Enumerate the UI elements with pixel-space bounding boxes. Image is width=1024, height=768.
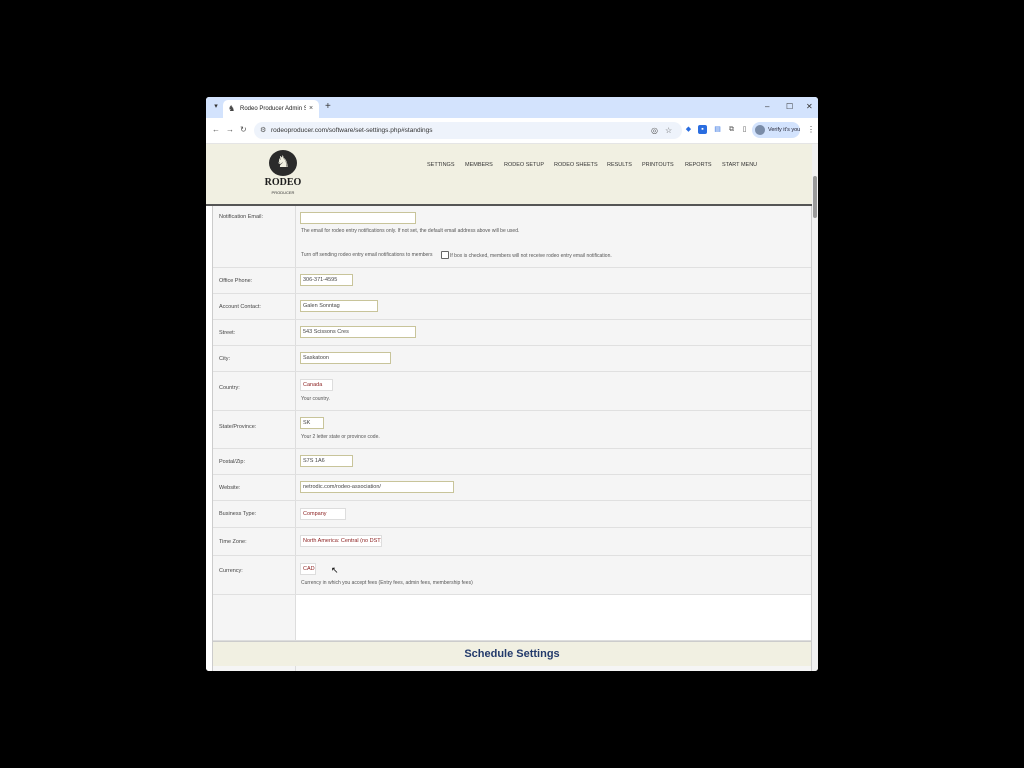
- avatar: [755, 125, 765, 135]
- back-arrow-icon[interactable]: ←: [212, 125, 220, 135]
- favicon-icon: ♞: [228, 104, 236, 113]
- schedule-settings-header: Schedule Settings: [213, 641, 811, 666]
- nav-members[interactable]: MEMBERS: [465, 160, 493, 170]
- website-row: Website: netrodic.com/rodeo-association/: [213, 475, 811, 501]
- extension-chart-icon[interactable]: ▤: [713, 125, 722, 134]
- empty-row: [213, 595, 811, 641]
- state-help: Your 2 letter state or province code.: [301, 434, 380, 440]
- schedule-settings-title: Schedule Settings: [464, 648, 560, 660]
- street-label: Street:: [219, 330, 236, 336]
- page-scrollbar[interactable]: [812, 144, 818, 671]
- notification-email-row: Notification Email: The email for rodeo …: [213, 206, 811, 268]
- scrollbar-thumb[interactable]: [813, 176, 817, 218]
- state-label: State/Province:: [219, 424, 257, 430]
- translate-icon[interactable]: ◎: [651, 125, 658, 136]
- extensions-puzzle-icon[interactable]: ⧉: [727, 125, 736, 134]
- nav-printouts[interactable]: PRINTOUTS: [642, 160, 674, 170]
- account-contact-label: Account Contact:: [219, 304, 261, 310]
- account-contact-input[interactable]: Galen Sonntag: [300, 300, 378, 312]
- country-select[interactable]: Canada: [300, 379, 333, 391]
- time-zone-row: Time Zone: North America: Central (no DS…: [213, 528, 811, 556]
- city-row: City: Saskatoon: [213, 346, 811, 372]
- country-help: Your country.: [301, 396, 330, 402]
- currency-label: Currency:: [219, 568, 243, 574]
- side-panel-icon[interactable]: ▯: [740, 125, 749, 134]
- business-type-label: Business Type:: [219, 511, 257, 517]
- logo-text: RODEO: [264, 177, 302, 188]
- nav-settings[interactable]: SETTINGS: [427, 160, 455, 170]
- logo-subtext: PRODUCER: [271, 190, 295, 195]
- address-bar[interactable]: ⚙ rodeoproducer.com/software/set-setting…: [254, 122, 682, 139]
- nav-results[interactable]: RESULTS: [607, 160, 632, 170]
- website-input[interactable]: netrodic.com/rodeo-association/: [300, 481, 454, 493]
- postal-input[interactable]: S7S 1A6: [300, 455, 353, 467]
- extension-diamond-icon[interactable]: ◆: [684, 125, 693, 134]
- tab-title: Rodeo Producer Admin Setting: [240, 106, 306, 112]
- state-row: State/Province: SK Your 2 letter state o…: [213, 411, 811, 449]
- profile-button[interactable]: Verify it's you: [752, 122, 800, 138]
- forward-arrow-icon[interactable]: →: [226, 125, 234, 135]
- notification-email-help: The email for rodeo entry notifications …: [301, 228, 520, 234]
- postal-label: Postal/Zip:: [219, 459, 245, 465]
- account-contact-row: Account Contact: Galen Sonntag: [213, 294, 811, 320]
- notification-email-label: Notification Email:: [219, 214, 264, 220]
- notification-email-input[interactable]: [300, 212, 416, 224]
- website-label: Website:: [219, 485, 241, 491]
- email-toggle-text: Turn off sending rodeo entry email notif…: [301, 252, 433, 258]
- profile-label: Verify it's you: [768, 127, 801, 133]
- extension-square-icon[interactable]: ▪: [698, 125, 707, 134]
- browser-toolbar: ← → ↻ ⚙ rodeoproducer.com/software/set-s…: [206, 118, 818, 144]
- minimize-button[interactable]: –: [765, 101, 769, 113]
- mouse-cursor-icon: ↖: [331, 565, 339, 575]
- street-row: Street: 543 Scissons Cres: [213, 320, 811, 346]
- time-zone-select[interactable]: North America: Central (no DST): [300, 535, 382, 547]
- time-zone-label: Time Zone:: [219, 539, 247, 545]
- state-input[interactable]: SK: [300, 417, 324, 429]
- disable-notifications-checkbox[interactable]: [441, 251, 449, 259]
- close-tab-icon[interactable]: ×: [309, 104, 313, 114]
- web-page: ♞ RODEO PRODUCER SETTINGS MEMBERS RODEO …: [206, 144, 812, 671]
- currency-help: Currency in which you accept fees (Entry…: [301, 580, 473, 586]
- browser-tab[interactable]: ♞ Rodeo Producer Admin Setting ×: [223, 100, 319, 118]
- street-input[interactable]: 543 Scissons Cres: [300, 326, 416, 338]
- city-label: City:: [219, 356, 230, 362]
- country-row: Country: Canada Your country.: [213, 372, 811, 411]
- nav-rodeo-sheets[interactable]: RODEO SHEETS: [554, 160, 598, 170]
- nav-reports[interactable]: REPORTS: [685, 160, 712, 170]
- maximize-button[interactable]: ☐: [786, 101, 793, 113]
- tab-search-icon[interactable]: ▾: [210, 101, 222, 113]
- office-phone-row: Office Phone: 306-371-4595: [213, 268, 811, 294]
- next-row-partial: [213, 666, 811, 671]
- new-tab-button[interactable]: +: [325, 100, 331, 114]
- nav-start-menu[interactable]: START MENU: [722, 160, 757, 170]
- horse-logo-icon: ♞: [269, 150, 297, 176]
- browser-window: ▾ ♞ Rodeo Producer Admin Setting × + – ☐…: [206, 97, 818, 671]
- tab-strip: ▾ ♞ Rodeo Producer Admin Setting × + – ☐…: [206, 97, 818, 118]
- office-phone-input[interactable]: 306-371-4595: [300, 274, 353, 286]
- url-text: rodeoproducer.com/software/set-settings.…: [271, 127, 433, 134]
- nav-rodeo-setup[interactable]: RODEO SETUP: [504, 160, 544, 170]
- site-header: ♞ RODEO PRODUCER SETTINGS MEMBERS RODEO …: [206, 144, 812, 206]
- country-label: Country:: [219, 385, 240, 391]
- business-type-row: Business Type: Company: [213, 501, 811, 528]
- office-phone-label: Office Phone:: [219, 278, 253, 284]
- postal-row: Postal/Zip: S7S 1A6: [213, 449, 811, 475]
- site-logo[interactable]: ♞ RODEO PRODUCER: [264, 150, 302, 200]
- close-window-button[interactable]: ✕: [806, 101, 813, 113]
- email-toggle-help: If box is checked, members will not rece…: [450, 253, 612, 259]
- settings-form: Notification Email: The email for rodeo …: [212, 206, 812, 671]
- currency-row: Currency: CAD Currency in which you acce…: [213, 556, 811, 595]
- menu-kebab-icon[interactable]: ⋮: [807, 125, 815, 135]
- city-input[interactable]: Saskatoon: [300, 352, 391, 364]
- bookmark-star-icon[interactable]: ☆: [665, 125, 672, 136]
- currency-select[interactable]: CAD: [300, 563, 316, 575]
- site-info-icon[interactable]: ⚙: [260, 125, 266, 136]
- reload-icon[interactable]: ↻: [240, 125, 247, 135]
- business-type-select[interactable]: Company: [300, 508, 346, 520]
